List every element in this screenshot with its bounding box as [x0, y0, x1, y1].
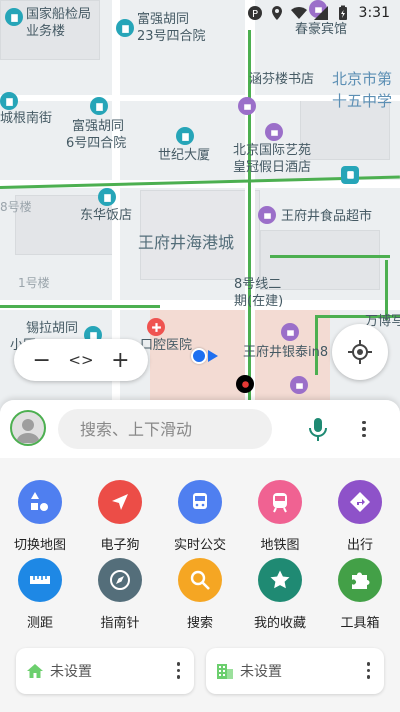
map-view[interactable]: 国家船检局 业务楼 富强胡同 23号四合院 春豪宾馆 涵芬楼书店 北京市第 十五… [0, 0, 400, 412]
map-label: 王府井食品超市 [281, 209, 373, 224]
building-poi-icon[interactable] [90, 97, 108, 115]
hospital-poi-icon[interactable] [147, 318, 165, 336]
work-shortcut-card[interactable]: 未设置 [206, 648, 384, 694]
shopping-poi-icon[interactable] [281, 323, 299, 341]
tool-label: 指南针 [100, 616, 140, 631]
navigation-arrow-icon [98, 480, 142, 524]
puzzle-icon [338, 558, 382, 602]
zoom-out-button[interactable]: − [26, 348, 58, 373]
map-label: 十五中学 [332, 92, 393, 110]
tool-favorites[interactable]: 我的收藏 [240, 558, 320, 631]
tool-label: 我的收藏 [253, 616, 306, 631]
bus-icon [178, 480, 222, 524]
map-label: 东华饭店 [80, 208, 133, 223]
tool-travel[interactable]: 出行 [320, 480, 400, 553]
map-label: 皇冠假日酒店 [233, 160, 312, 175]
map-label: 8号线二 [234, 277, 282, 292]
tool-e-dog[interactable]: 电子狗 [80, 480, 160, 553]
svg-text:P: P [252, 9, 258, 20]
directions-icon [338, 480, 382, 524]
user-icon [16, 419, 40, 443]
locate-button[interactable] [332, 324, 388, 380]
tool-label: 出行 [346, 538, 373, 553]
parking-icon: P [247, 6, 262, 20]
map-label: 王府井银泰in8 [243, 345, 329, 360]
map-label: 1号楼 [18, 276, 50, 290]
map-route-line [385, 260, 388, 320]
restaurant-poi-icon[interactable] [236, 375, 254, 393]
map-route-line [0, 305, 160, 308]
search-icon [178, 558, 222, 602]
subway-icon [258, 480, 302, 524]
tool-toolbox[interactable]: 工具箱 [320, 558, 400, 631]
home-shortcut-label: 未设置 [50, 664, 92, 680]
map-label: 8号楼 [0, 200, 32, 214]
tool-subway-map[interactable]: 地铁图 [240, 480, 320, 553]
map-label: 世纪大厦 [158, 148, 211, 163]
search-input[interactable] [58, 409, 272, 449]
zoom-in-button[interactable]: + [104, 348, 136, 373]
my-location-icon [348, 340, 372, 364]
more-vertical-icon[interactable] [356, 416, 372, 442]
location-pin-icon [271, 6, 282, 20]
more-vertical-icon[interactable] [176, 662, 180, 679]
map-label: 城根南街 [0, 111, 53, 126]
pan-button[interactable]: <> [65, 351, 97, 369]
home-shortcut-card[interactable]: 未设置 [16, 648, 194, 694]
tool-compass[interactable]: 指南针 [80, 558, 160, 631]
battery-icon [338, 5, 347, 20]
compass-icon [98, 558, 142, 602]
tool-label: 测距 [26, 616, 53, 631]
star-icon [258, 558, 302, 602]
map-label: 富强胡同 [72, 119, 125, 134]
signal-icon [313, 6, 328, 20]
current-location-marker [191, 348, 207, 364]
building-poi-icon[interactable] [98, 188, 116, 206]
tool-measure[interactable]: 测距 [0, 558, 80, 631]
map-label: 王府井海港城 [138, 233, 235, 252]
tool-search[interactable]: 搜索 [160, 558, 240, 631]
map-label: 6号四合院 [66, 136, 127, 151]
microphone-icon[interactable] [306, 416, 330, 442]
tool-label: 切换地图 [13, 538, 66, 553]
bottom-sheet[interactable]: 切换地图 电子狗 实时公交 地铁图 出行 [0, 400, 400, 712]
building-poi-icon[interactable] [0, 92, 18, 110]
map-label: 北京市第 [332, 70, 393, 88]
building-icon [217, 664, 233, 679]
tool-label: 搜索 [186, 616, 213, 631]
heading-arrow-icon [208, 350, 218, 362]
bus-stop-poi-icon[interactable] [341, 166, 359, 184]
map-label: 涵芬楼书店 [249, 72, 315, 87]
search-row [0, 400, 400, 458]
shopping-poi-icon[interactable] [238, 97, 256, 115]
avatar[interactable] [10, 410, 46, 446]
more-vertical-icon[interactable] [366, 662, 370, 679]
map-route-line [270, 255, 390, 258]
status-time: 3:31 [358, 5, 390, 21]
shopping-poi-icon[interactable] [258, 206, 276, 224]
map-label: 锡拉胡同 [26, 321, 79, 336]
map-label: 北京国际艺苑 [233, 143, 312, 158]
work-shortcut-label: 未设置 [240, 664, 282, 680]
home-icon [27, 664, 43, 678]
map-label: 23号四合院 [137, 29, 206, 44]
tool-label: 地铁图 [260, 538, 300, 553]
zoom-control: − <> + [14, 339, 148, 381]
wifi-icon [290, 7, 307, 19]
status-bar: P 3:31 [0, 0, 400, 26]
ruler-icon [18, 558, 62, 602]
shopping-poi-icon[interactable] [290, 376, 308, 394]
shapes-icon [18, 480, 62, 524]
tool-label: 实时公交 [173, 538, 226, 553]
tool-switch-map[interactable]: 切换地图 [0, 480, 80, 553]
tool-realtime-bus[interactable]: 实时公交 [160, 480, 240, 553]
tool-label: 工具箱 [340, 616, 380, 631]
map-label: 口腔医院 [140, 338, 193, 353]
tool-label: 电子狗 [100, 538, 140, 553]
building-poi-icon[interactable] [176, 127, 194, 145]
map-label: 期(在建) [234, 294, 284, 309]
shopping-poi-icon[interactable] [265, 123, 283, 141]
